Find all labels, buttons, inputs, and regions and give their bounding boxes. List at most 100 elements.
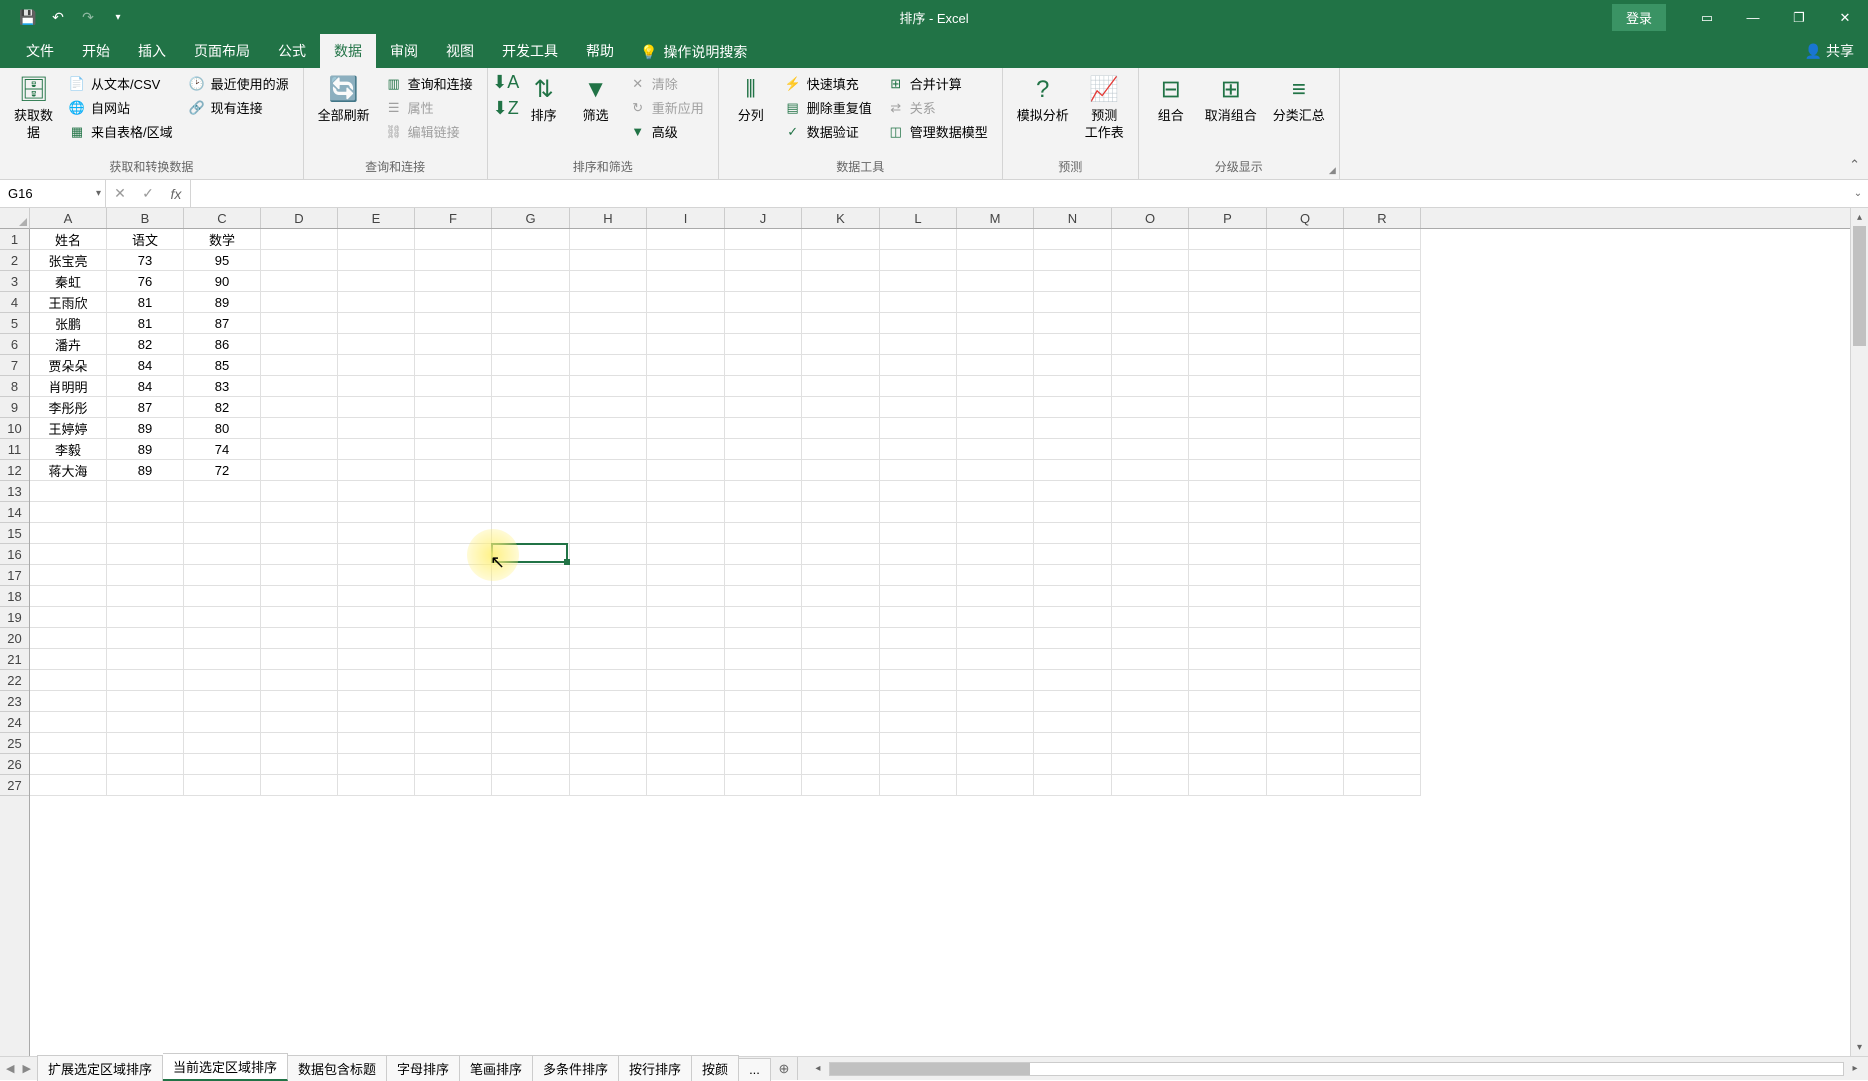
recent-sources-button[interactable]: 🕑最近使用的源 <box>183 72 295 95</box>
cell[interactable] <box>725 712 802 733</box>
cell[interactable] <box>492 376 570 397</box>
cell[interactable] <box>1112 481 1189 502</box>
cell[interactable] <box>184 502 261 523</box>
cell[interactable] <box>415 313 492 334</box>
cell[interactable] <box>802 397 880 418</box>
cell[interactable] <box>1189 586 1267 607</box>
cell[interactable] <box>1267 481 1344 502</box>
cell[interactable] <box>492 418 570 439</box>
cell[interactable] <box>184 649 261 670</box>
tab-review[interactable]: 审阅 <box>376 34 432 68</box>
cell[interactable] <box>338 355 415 376</box>
cell[interactable] <box>880 313 957 334</box>
cell[interactable] <box>1034 334 1112 355</box>
cell[interactable] <box>880 691 957 712</box>
cell[interactable] <box>1344 565 1421 586</box>
cell[interactable] <box>1267 292 1344 313</box>
cell[interactable] <box>107 544 184 565</box>
scroll-up-icon[interactable]: ▴ <box>1851 208 1868 226</box>
cell[interactable] <box>957 397 1034 418</box>
cell[interactable] <box>1189 733 1267 754</box>
cell[interactable]: 82 <box>184 397 261 418</box>
cell[interactable] <box>570 691 647 712</box>
cell[interactable] <box>30 691 107 712</box>
cell[interactable] <box>415 292 492 313</box>
close-button[interactable]: ✕ <box>1822 0 1868 35</box>
tab-data[interactable]: 数据 <box>320 34 376 68</box>
cell[interactable] <box>415 691 492 712</box>
cells-area[interactable]: ↖ 姓名语文数学张宝亮7395秦虹7690王雨欣8189张鹏8187潘卉8286… <box>30 229 1850 1056</box>
cell[interactable] <box>492 607 570 628</box>
row-header[interactable]: 7 <box>0 355 29 376</box>
cell[interactable] <box>802 439 880 460</box>
cell[interactable] <box>880 712 957 733</box>
cell[interactable] <box>107 628 184 649</box>
qat-dropdown-icon[interactable]: ▾ <box>110 10 126 26</box>
cell[interactable] <box>261 376 338 397</box>
cell[interactable] <box>415 586 492 607</box>
cell[interactable] <box>492 460 570 481</box>
cell[interactable] <box>492 313 570 334</box>
cell[interactable] <box>184 691 261 712</box>
cell[interactable]: 89 <box>107 439 184 460</box>
cell[interactable] <box>880 586 957 607</box>
cell[interactable] <box>1267 229 1344 250</box>
cell[interactable] <box>957 754 1034 775</box>
from-csv-button[interactable]: 📄从文本/CSV <box>63 72 179 95</box>
cell[interactable] <box>30 607 107 628</box>
cell[interactable]: 84 <box>107 376 184 397</box>
cell[interactable] <box>570 712 647 733</box>
row-header[interactable]: 17 <box>0 565 29 586</box>
cell[interactable] <box>1034 418 1112 439</box>
cell[interactable] <box>184 754 261 775</box>
cell[interactable]: 王婷婷 <box>30 418 107 439</box>
cell[interactable] <box>184 712 261 733</box>
cell[interactable] <box>1344 250 1421 271</box>
cell[interactable] <box>415 544 492 565</box>
cell[interactable] <box>1344 607 1421 628</box>
cell[interactable] <box>570 439 647 460</box>
cell[interactable] <box>492 502 570 523</box>
from-table-button[interactable]: ▦来自表格/区域 <box>63 120 179 143</box>
cell[interactable] <box>957 712 1034 733</box>
column-header[interactable]: M <box>957 208 1034 228</box>
cell[interactable] <box>725 523 802 544</box>
sheet-tab[interactable]: 数据包含标题 <box>288 1055 387 1081</box>
cell[interactable] <box>957 481 1034 502</box>
cell[interactable] <box>570 754 647 775</box>
cell[interactable] <box>338 250 415 271</box>
cell[interactable] <box>1267 775 1344 796</box>
cell[interactable]: 81 <box>107 313 184 334</box>
from-web-button[interactable]: 🌐自网站 <box>63 96 179 119</box>
cell[interactable] <box>1344 439 1421 460</box>
cell[interactable] <box>570 481 647 502</box>
cell[interactable] <box>647 334 725 355</box>
cell[interactable] <box>1267 670 1344 691</box>
cell[interactable] <box>802 250 880 271</box>
cell[interactable] <box>415 376 492 397</box>
cell[interactable] <box>647 502 725 523</box>
cell[interactable] <box>725 502 802 523</box>
cell[interactable] <box>1112 397 1189 418</box>
sheet-tab[interactable]: 笔画排序 <box>460 1055 533 1081</box>
refresh-all-button[interactable]: 🔄 全部刷新 <box>312 72 376 127</box>
queries-button[interactable]: ▥查询和连接 <box>380 72 479 95</box>
cell[interactable] <box>647 271 725 292</box>
cell[interactable] <box>1344 418 1421 439</box>
cell[interactable] <box>802 271 880 292</box>
cell[interactable] <box>570 292 647 313</box>
cell[interactable] <box>338 460 415 481</box>
column-header[interactable]: F <box>415 208 492 228</box>
cell[interactable]: 潘卉 <box>30 334 107 355</box>
cell[interactable] <box>261 481 338 502</box>
cell[interactable]: 84 <box>107 355 184 376</box>
cell[interactable] <box>647 670 725 691</box>
cell[interactable]: 85 <box>184 355 261 376</box>
cell[interactable] <box>1034 565 1112 586</box>
cell[interactable]: 姓名 <box>30 229 107 250</box>
cell[interactable] <box>647 250 725 271</box>
cell[interactable] <box>261 775 338 796</box>
cell[interactable] <box>1189 376 1267 397</box>
cell[interactable] <box>725 250 802 271</box>
cell[interactable] <box>1034 649 1112 670</box>
